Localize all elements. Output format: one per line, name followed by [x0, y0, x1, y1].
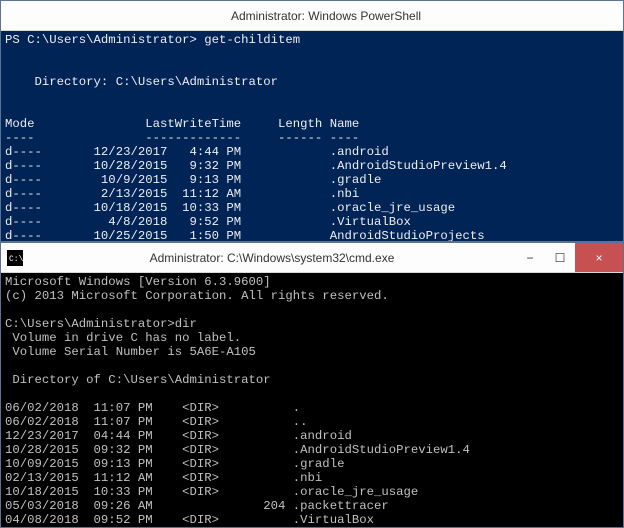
maximize-button[interactable]: ☐: [545, 243, 575, 272]
window-controls: − ☐ ×: [515, 243, 623, 272]
close-button[interactable]: ×: [575, 243, 623, 272]
cmd-titlebar[interactable]: C:\ Administrator: C:\Windows\system32\c…: [1, 243, 623, 273]
cmd-window: C:\ Administrator: C:\Windows\system32\c…: [0, 242, 624, 528]
cmd-title: Administrator: C:\Windows\system32\cmd.e…: [29, 251, 515, 265]
powershell-titlebar[interactable]: Administrator: Windows PowerShell: [1, 1, 623, 31]
powershell-window: Administrator: Windows PowerShell PS C:\…: [0, 0, 624, 242]
powershell-title: Administrator: Windows PowerShell: [29, 9, 623, 23]
powershell-console[interactable]: PS C:\Users\Administrator> get-childitem…: [1, 31, 623, 241]
minimize-button[interactable]: −: [515, 243, 545, 272]
svg-text:C:\: C:\: [9, 255, 23, 264]
cmd-console[interactable]: Microsoft Windows [Version 6.3.9600] (c)…: [1, 273, 623, 527]
cmd-icon: C:\: [1, 250, 29, 266]
